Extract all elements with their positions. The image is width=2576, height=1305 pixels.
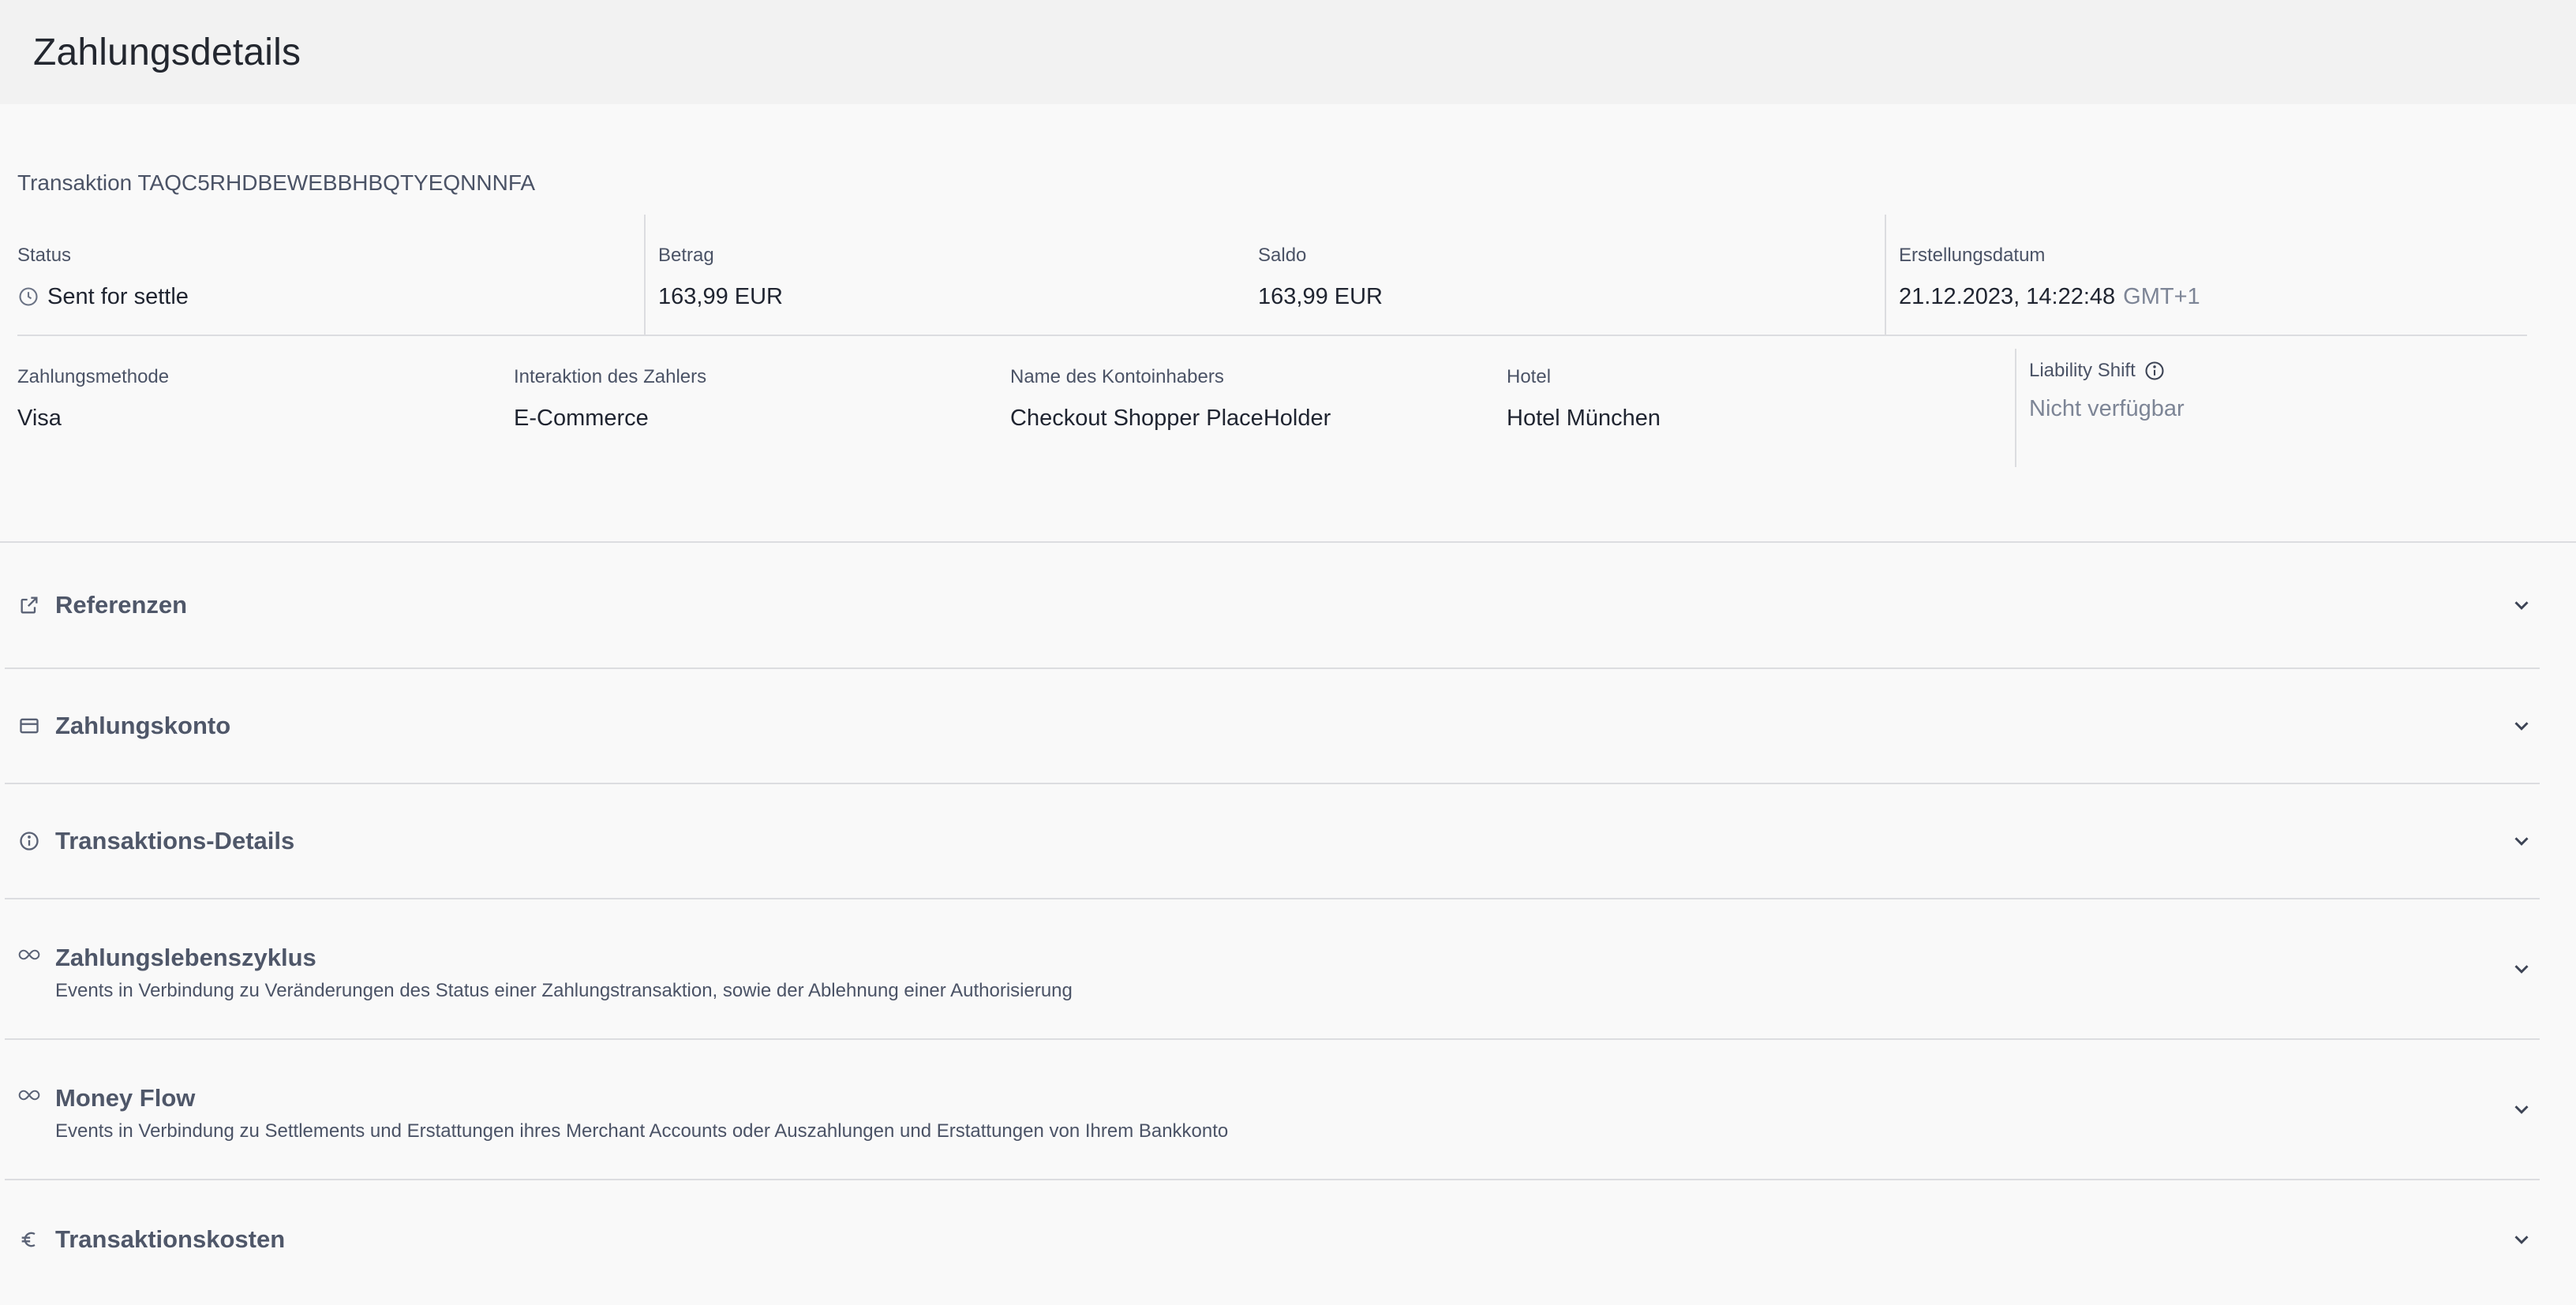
- balance-value: 163,99 EUR: [1258, 284, 1383, 309]
- chevron-down-icon[interactable]: [2508, 1096, 2535, 1123]
- section-subtitle: Events in Verbindung zu Veränderungen de…: [55, 980, 1073, 1001]
- section-texts: Transaktionskosten: [55, 1224, 285, 1255]
- transaction-title: Transaktion TAQC5RHDBEWEBBHBQTYEQNNNFA: [17, 170, 536, 195]
- amount-cell: Betrag 163,99 EUR: [646, 215, 1258, 335]
- balance-label: Saldo: [1258, 245, 1307, 266]
- balance-cell: Saldo 163,99 EUR: [1258, 215, 1885, 335]
- section-title: Transaktions-Details: [55, 827, 295, 854]
- page-header: Zahlungsdetails: [0, 0, 2576, 104]
- chevron-down-icon[interactable]: [2508, 592, 2535, 619]
- section-title: Money Flow: [55, 1084, 196, 1112]
- section-money-flow[interactable]: Money Flow Events in Verbindung zu Settl…: [5, 1040, 2540, 1180]
- liability-label: Liability Shift: [2029, 358, 2185, 383]
- info-icon[interactable]: [2144, 360, 2166, 382]
- clock-icon: [17, 286, 39, 308]
- holder-label: Name des Kontoinhabers: [1010, 366, 1224, 387]
- section-transaktionskosten[interactable]: Transaktionskosten: [5, 1180, 2540, 1299]
- liability-value: Nicht verfügbar: [2029, 396, 2185, 421]
- section-zahlungslebenszyklus[interactable]: Zahlungslebenszyklus Events in Verbindun…: [5, 899, 2540, 1040]
- section-texts: Transaktions-Details: [55, 825, 294, 857]
- summary-row-1: Status Sent for settle Betrag 163,99 EUR…: [17, 215, 2527, 336]
- accordion-sections: Referenzen Zahlungskonto Transaktions-De…: [0, 543, 2576, 1299]
- interaction-value: E-Commerce: [514, 406, 649, 431]
- status-value: Sent for settle: [17, 281, 644, 312]
- section-referenzen[interactable]: Referenzen: [5, 543, 2540, 669]
- external-link-icon: [17, 594, 41, 616]
- section-title: Zahlungskonto: [55, 712, 231, 739]
- payment-method-label: Zahlungsmethode: [17, 366, 170, 387]
- hotel-cell: Hotel Hotel München: [1507, 349, 2015, 454]
- summary-row-2: Zahlungsmethode Visa Interaktion des Zah…: [17, 336, 2527, 467]
- infinity-icon: [17, 946, 41, 963]
- section-title: Referenzen: [55, 591, 188, 619]
- holder-cell: Name des Kontoinhabers Checkout Shopper …: [1010, 349, 1507, 454]
- transaction-summary: Transaktion TAQC5RHDBEWEBBHBQTYEQNNNFA S…: [0, 104, 2576, 543]
- liability-label-text: Liability Shift: [2029, 360, 2136, 381]
- hotel-value: Hotel München: [1507, 406, 1661, 431]
- section-zahlungskonto[interactable]: Zahlungskonto: [5, 669, 2540, 784]
- page-title: Zahlungsdetails: [33, 31, 301, 73]
- infinity-icon: [17, 1086, 41, 1104]
- credit-card-icon: [17, 715, 41, 737]
- status-label: Status: [17, 245, 72, 266]
- liability-cell: Liability Shift Nicht verfügbar: [2016, 349, 2185, 454]
- interaction-label: Interaktion des Zahlers: [514, 366, 707, 387]
- section-title: Zahlungslebenszyklus: [55, 944, 316, 971]
- section-subtitle: Events in Verbindung zu Settlements und …: [55, 1120, 1229, 1142]
- created-value: 21.12.2023, 14:22:48 GMT+1: [1899, 281, 2200, 312]
- created-datetime: 21.12.2023, 14:22:48: [1899, 284, 2116, 309]
- holder-value: Checkout Shopper PlaceHolder: [1010, 406, 1331, 431]
- status-text: Sent for settle: [47, 284, 189, 309]
- section-texts: Zahlungslebenszyklus Events in Verbindun…: [55, 942, 1073, 1004]
- status-cell: Status Sent for settle: [17, 215, 644, 335]
- amount-label: Betrag: [658, 245, 714, 266]
- payment-method-value: Visa: [17, 406, 62, 431]
- section-texts: Zahlungskonto: [55, 710, 230, 742]
- chevron-down-icon[interactable]: [2508, 955, 2535, 982]
- interaction-cell: Interaktion des Zahlers E-Commerce: [514, 349, 1010, 454]
- section-texts: Referenzen: [55, 589, 187, 621]
- chevron-down-icon[interactable]: [2508, 712, 2535, 739]
- section-transaktions-details[interactable]: Transaktions-Details: [5, 784, 2540, 899]
- created-cell: Erstellungsdatum 21.12.2023, 14:22:48 GM…: [1886, 215, 2200, 335]
- section-texts: Money Flow Events in Verbindung zu Settl…: [55, 1083, 1228, 1144]
- info-icon: [17, 830, 41, 852]
- timezone: GMT+1: [2123, 284, 2200, 309]
- section-title: Transaktionskosten: [55, 1225, 286, 1253]
- created-label: Erstellungsdatum: [1899, 245, 2046, 266]
- euro-icon: [17, 1228, 41, 1251]
- chevron-down-icon[interactable]: [2508, 1226, 2535, 1253]
- chevron-down-icon[interactable]: [2508, 828, 2535, 854]
- payment-method-cell: Zahlungsmethode Visa: [17, 349, 514, 454]
- hotel-label: Hotel: [1507, 366, 1552, 387]
- amount-value: 163,99 EUR: [658, 284, 783, 309]
